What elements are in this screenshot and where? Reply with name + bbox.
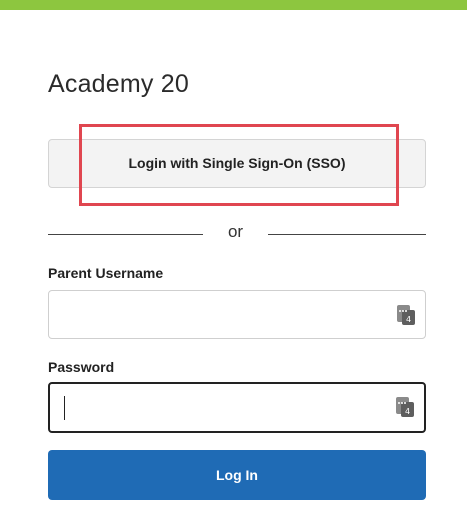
- password-manager-icon[interactable]: 4: [396, 397, 414, 417]
- password-input[interactable]: [60, 392, 384, 424]
- divider-or-text: or: [227, 222, 244, 241]
- page-title: Academy 20: [48, 70, 189, 98]
- sso-button-label[interactable]: Login with Single Sign-On (SSO): [48, 139, 426, 188]
- username-input[interactable]: [59, 299, 383, 331]
- password-label: Password: [48, 359, 115, 375]
- svg-text:4: 4: [405, 407, 410, 416]
- password-manager-icon[interactable]: 4: [397, 305, 415, 325]
- username-label: Parent Username: [48, 265, 164, 281]
- login-button[interactable]: Log In: [48, 450, 426, 500]
- svg-text:4: 4: [406, 315, 411, 324]
- divider-right: [268, 234, 426, 235]
- username-field-wrapper: 4: [48, 290, 426, 339]
- divider-left: [48, 234, 203, 235]
- password-field-wrapper: 4: [48, 382, 426, 433]
- top-accent-bar: [0, 0, 467, 10]
- login-page: Academy 20 Login with Single Sign-On (SS…: [0, 0, 467, 506]
